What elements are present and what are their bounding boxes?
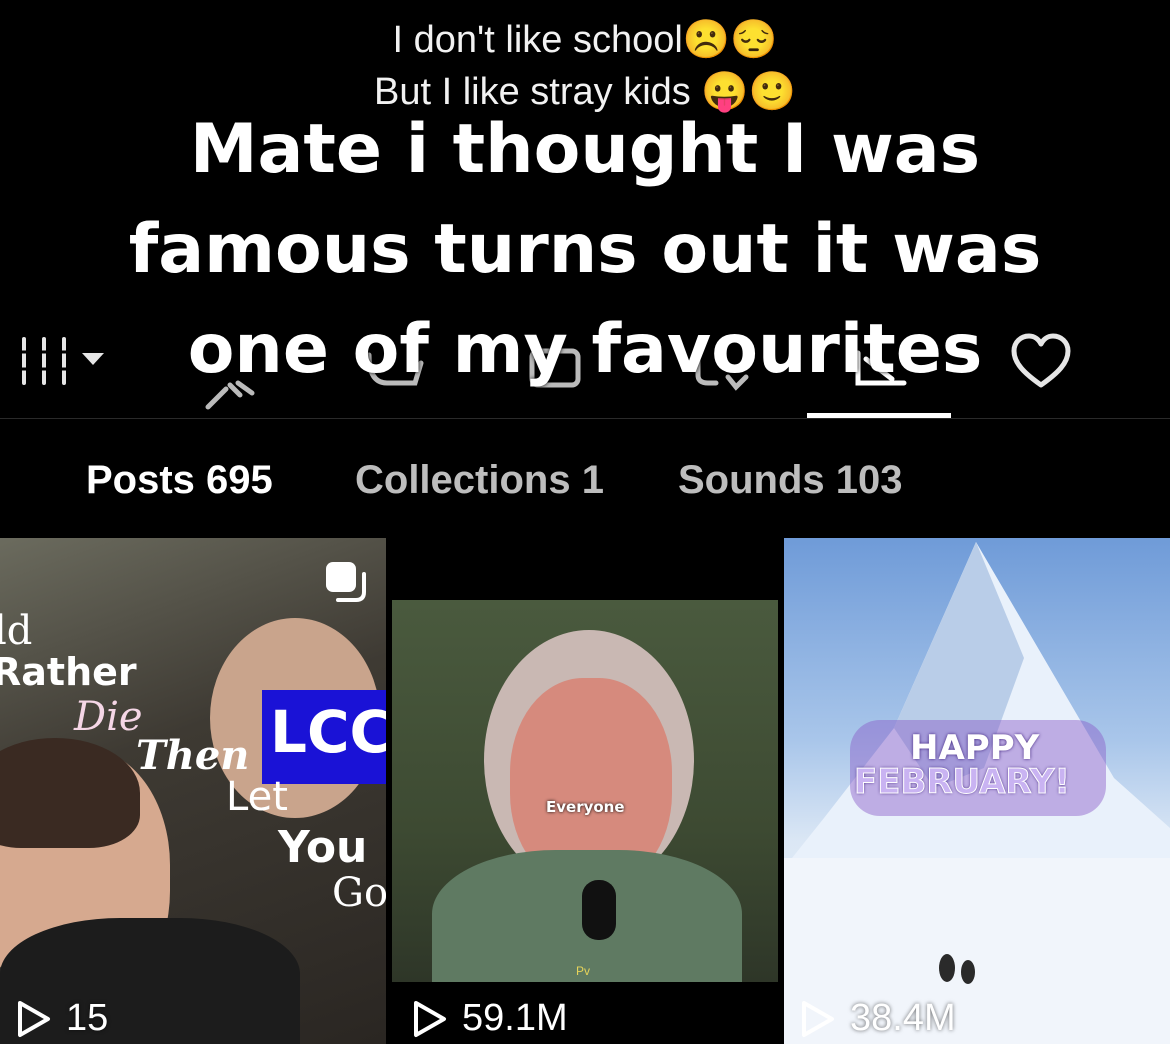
thumb-text: Then (136, 732, 250, 779)
thumb-text: You (278, 822, 368, 873)
view-count-label: 59.1M (462, 997, 568, 1039)
thumb-text: ld (0, 608, 33, 654)
view-count: 38.4M (800, 997, 956, 1040)
thumb-text: Let (226, 774, 288, 820)
video-thumbnail (392, 600, 778, 982)
thumb-text: Die (74, 694, 143, 740)
divider (0, 418, 1170, 419)
video-overlay-caption: Mate i thought I was famous turns out it… (0, 100, 1170, 400)
thumb-text: Rather (0, 650, 137, 694)
bio-line: I don't like school☹️😔 (392, 19, 778, 61)
content-subtabs: Posts 695 Collections 1 Sounds 103 (0, 455, 1170, 505)
thumb-text: LCC (270, 698, 386, 766)
video-tile[interactable]: HAPPY FEBRUARY! 38.4M (784, 538, 1170, 1044)
video-tile[interactable]: Everyone Pv 59.1M (390, 538, 780, 1044)
subtab-posts[interactable]: Posts 695 (86, 455, 273, 505)
view-count: 15 (16, 997, 108, 1040)
thumb-text: Go (332, 870, 386, 916)
view-count: 59.1M (412, 997, 568, 1040)
multi-photo-icon (326, 562, 366, 602)
subtab-collections[interactable]: Collections 1 (355, 455, 604, 505)
overlay-line: Mate i thought I was (189, 110, 981, 189)
video-grid: ld Rather Die Then LCC Let You Go 15 Eve… (0, 538, 1170, 1044)
subtab-sounds[interactable]: Sounds 103 (678, 455, 903, 505)
view-count-label: 15 (66, 997, 109, 1039)
thumb-text: FEBRUARY! (854, 762, 1071, 803)
video-tile[interactable]: ld Rather Die Then LCC Let You Go 15 (0, 538, 386, 1044)
overlay-line: one of my favourites (187, 310, 983, 389)
play-icon (18, 1000, 50, 1037)
thumb-watermark: Pv (576, 964, 591, 978)
play-icon (414, 1000, 446, 1037)
video-thumbnail (0, 538, 386, 1044)
play-icon (802, 1000, 834, 1037)
overlay-line: famous turns out it was (128, 210, 1042, 289)
view-count-label: 38.4M (850, 997, 956, 1039)
thumb-caption: Everyone (546, 798, 625, 816)
